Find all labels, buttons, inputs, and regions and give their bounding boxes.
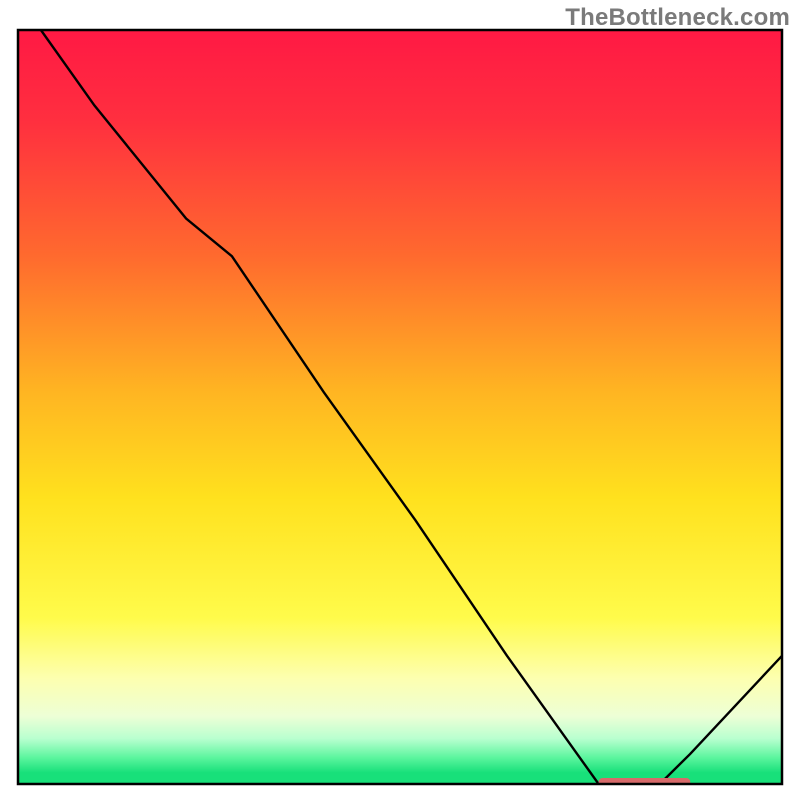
chart-container: TheBottleneck.com [0,0,800,800]
watermark-text: TheBottleneck.com [565,4,790,32]
gradient-background [18,30,782,784]
optimal-range-highlight [599,778,691,787]
bottleneck-chart [0,0,800,800]
